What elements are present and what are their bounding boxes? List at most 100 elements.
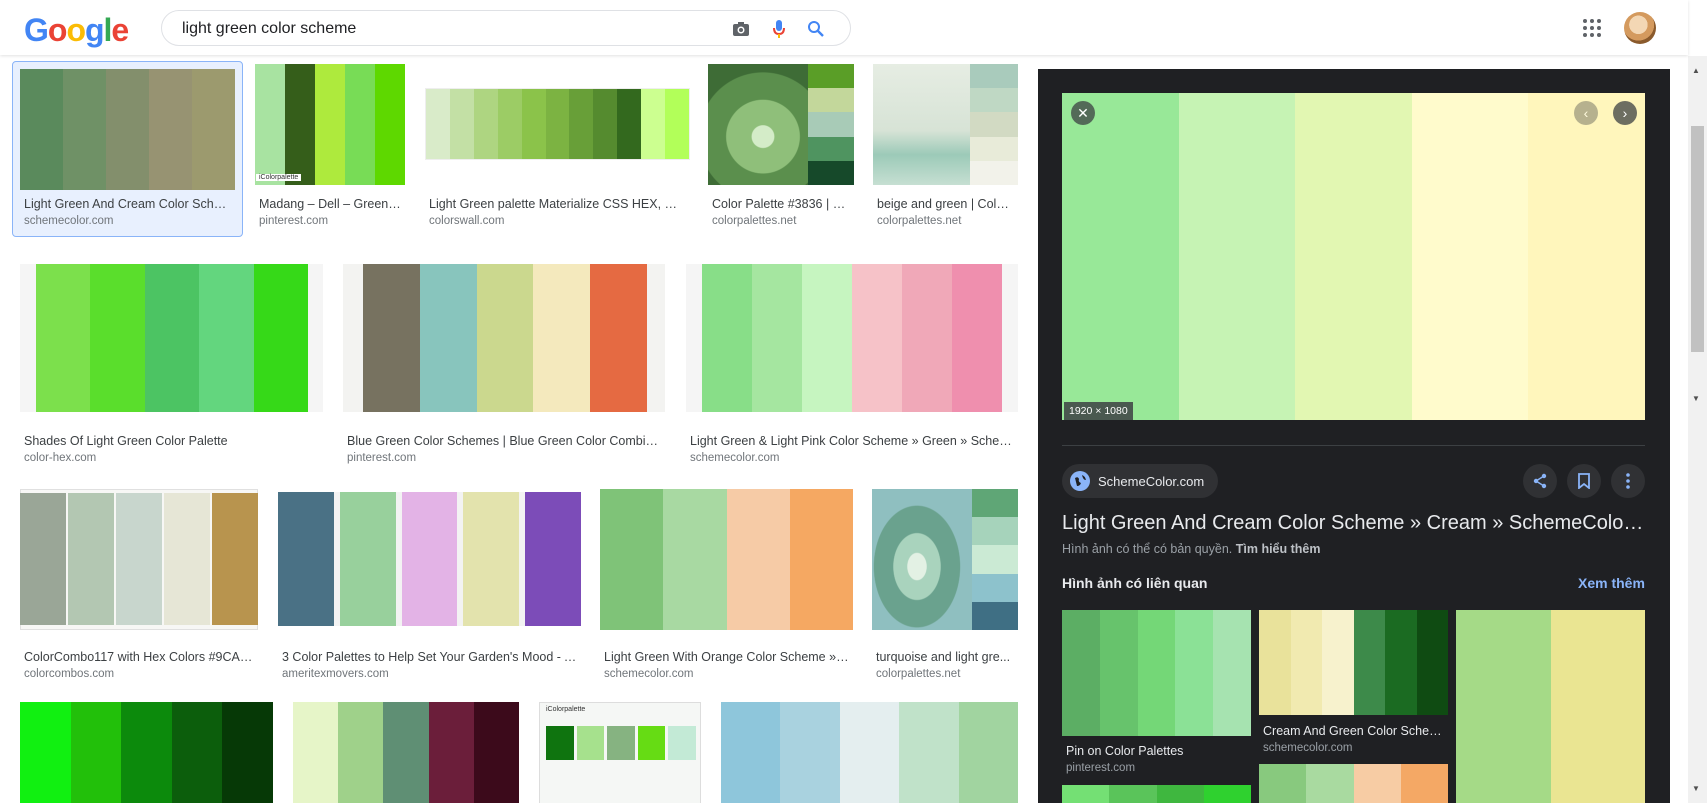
- result-title[interactable]: turquoise and light gre...: [876, 650, 1018, 664]
- color-swatch: [600, 489, 664, 630]
- result-source[interactable]: schemecolor.com: [24, 215, 113, 227]
- logo-letter: e: [111, 12, 129, 48]
- color-swatch: [1353, 610, 1385, 715]
- apps-icon[interactable]: [1580, 16, 1604, 40]
- related-thumbnail[interactable]: [1062, 785, 1251, 803]
- search-input[interactable]: [180, 18, 684, 40]
- preview-image[interactable]: [1062, 93, 1645, 420]
- result-source[interactable]: colorpalettes.net: [712, 215, 796, 227]
- related-thumbnail[interactable]: [1259, 610, 1448, 715]
- color-swatch: [970, 160, 1018, 185]
- color-swatch: [663, 489, 727, 630]
- scrollbar-thumb[interactable]: [1691, 126, 1704, 352]
- result-thumbnail[interactable]: [808, 64, 854, 185]
- result-thumbnail[interactable]: [278, 492, 581, 626]
- related-source[interactable]: pinterest.com: [1066, 762, 1135, 774]
- result-thumbnail[interactable]: [702, 264, 1002, 412]
- result-thumbnail[interactable]: [255, 64, 405, 185]
- result-thumbnail[interactable]: [425, 88, 690, 160]
- result-thumbnail[interactable]: [20, 493, 258, 625]
- related-thumbnail[interactable]: [1456, 610, 1645, 803]
- color-swatch: [149, 69, 192, 190]
- color-swatch: [338, 702, 384, 803]
- color-swatch: [970, 136, 1018, 161]
- logo-letter: g: [84, 12, 105, 48]
- result-source[interactable]: color-hex.com: [24, 452, 96, 464]
- chevron-left-icon[interactable]: ‹: [1574, 101, 1598, 125]
- result-title[interactable]: beige and green | Color...: [877, 197, 1015, 211]
- logo-letter: G: [24, 12, 49, 48]
- agave-photo[interactable]: [708, 64, 808, 185]
- color-swatch: [473, 89, 498, 159]
- result-title[interactable]: Shades Of Light Green Color Palette: [24, 434, 319, 448]
- result-source[interactable]: colorpalettes.net: [877, 215, 961, 227]
- related-title[interactable]: Cream And Green Color Schem...: [1263, 724, 1444, 738]
- result-source[interactable]: colorswall.com: [429, 215, 504, 227]
- result-source[interactable]: colorpalettes.net: [876, 668, 960, 680]
- related-source[interactable]: schemecolor.com: [1263, 742, 1352, 754]
- result-title[interactable]: Light Green With Orange Color Scheme » G…: [604, 650, 849, 664]
- result-title[interactable]: Light Green & Light Pink Color Scheme » …: [690, 434, 1014, 448]
- color-swatch: [497, 89, 522, 159]
- divider: [1062, 445, 1645, 446]
- result-thumbnail[interactable]: [600, 489, 853, 630]
- color-swatch: [1259, 764, 1307, 803]
- color-swatch: [1385, 610, 1417, 715]
- close-icon[interactable]: ✕: [1071, 101, 1095, 125]
- more-options-icon[interactable]: [1611, 464, 1645, 498]
- scrollbar[interactable]: ▲ ▼ ▼: [1688, 56, 1707, 803]
- result-title[interactable]: Light Green palette Materialize CSS HEX,…: [429, 197, 682, 211]
- related-thumbnail[interactable]: [1259, 764, 1448, 803]
- scroll-up-icon[interactable]: ▲: [1692, 66, 1700, 75]
- site-chip[interactable]: SchemeColor.com: [1062, 464, 1219, 498]
- result-thumbnail[interactable]: [721, 702, 1018, 803]
- color-swatch: [1062, 785, 1110, 803]
- result-title[interactable]: Color Palette #3836 | C...: [712, 197, 850, 211]
- color-swatch: [70, 702, 122, 803]
- chevron-right-icon[interactable]: ›: [1613, 101, 1637, 125]
- color-swatch: [545, 89, 570, 159]
- scroll-down-icon[interactable]: ▼: [1692, 394, 1700, 403]
- google-logo[interactable]: Google: [24, 12, 129, 49]
- result-thumbnail[interactable]: [293, 702, 519, 803]
- color-swatch: [106, 69, 149, 190]
- result-source[interactable]: schemecolor.com: [690, 452, 779, 464]
- see-more-link[interactable]: Xem thêm: [1578, 575, 1645, 591]
- color-swatch: [780, 702, 840, 803]
- result-thumbnail[interactable]: [972, 489, 1018, 630]
- camera-icon[interactable]: [730, 18, 752, 40]
- result-source[interactable]: pinterest.com: [347, 452, 416, 464]
- result-thumbnail[interactable]: [36, 264, 308, 412]
- share-icon[interactable]: [1523, 464, 1557, 498]
- result-thumbnail[interactable]: [970, 64, 1018, 185]
- search-icon[interactable]: [805, 18, 827, 40]
- color-swatch: [383, 702, 429, 803]
- result-title[interactable]: Blue Green Color Schemes | Blue Green Co…: [347, 434, 661, 448]
- related-thumbnail[interactable]: [1062, 610, 1251, 736]
- result-title[interactable]: Light Green And Cream Color Sche...: [24, 197, 228, 211]
- mic-icon[interactable]: [768, 18, 790, 40]
- scroll-down-icon[interactable]: ▼: [1692, 784, 1700, 793]
- result-thumbnail[interactable]: [363, 264, 647, 412]
- color-swatch: [253, 264, 308, 412]
- result-source[interactable]: ameritexmovers.com: [282, 668, 389, 680]
- color-swatch: [212, 493, 258, 625]
- result-thumbnail[interactable]: [20, 702, 273, 803]
- related-title[interactable]: Pin on Color Palettes: [1066, 744, 1247, 758]
- avatar[interactable]: [1624, 12, 1656, 44]
- result-thumbnail[interactable]: [546, 726, 696, 760]
- result-thumbnail[interactable]: [20, 69, 235, 190]
- field-photo[interactable]: [873, 64, 970, 185]
- color-swatch: [116, 493, 162, 625]
- result-source[interactable]: colorcombos.com: [24, 668, 114, 680]
- result-title[interactable]: ColorCombo117 with Hex Colors #9CAA...: [24, 650, 254, 664]
- result-title[interactable]: Madang – Dell – Green ...: [259, 197, 401, 211]
- save-icon[interactable]: [1567, 464, 1601, 498]
- color-swatch: [1411, 93, 1529, 420]
- learn-more-link[interactable]: Tìm hiểu thêm: [1236, 542, 1321, 556]
- preview-title[interactable]: Light Green And Cream Color Scheme » Cre…: [1062, 512, 1645, 535]
- result-source[interactable]: pinterest.com: [259, 215, 328, 227]
- result-source[interactable]: schemecolor.com: [604, 668, 693, 680]
- result-title[interactable]: 3 Color Palettes to Help Set Your Garden…: [282, 650, 577, 664]
- bud-photo[interactable]: [872, 489, 972, 630]
